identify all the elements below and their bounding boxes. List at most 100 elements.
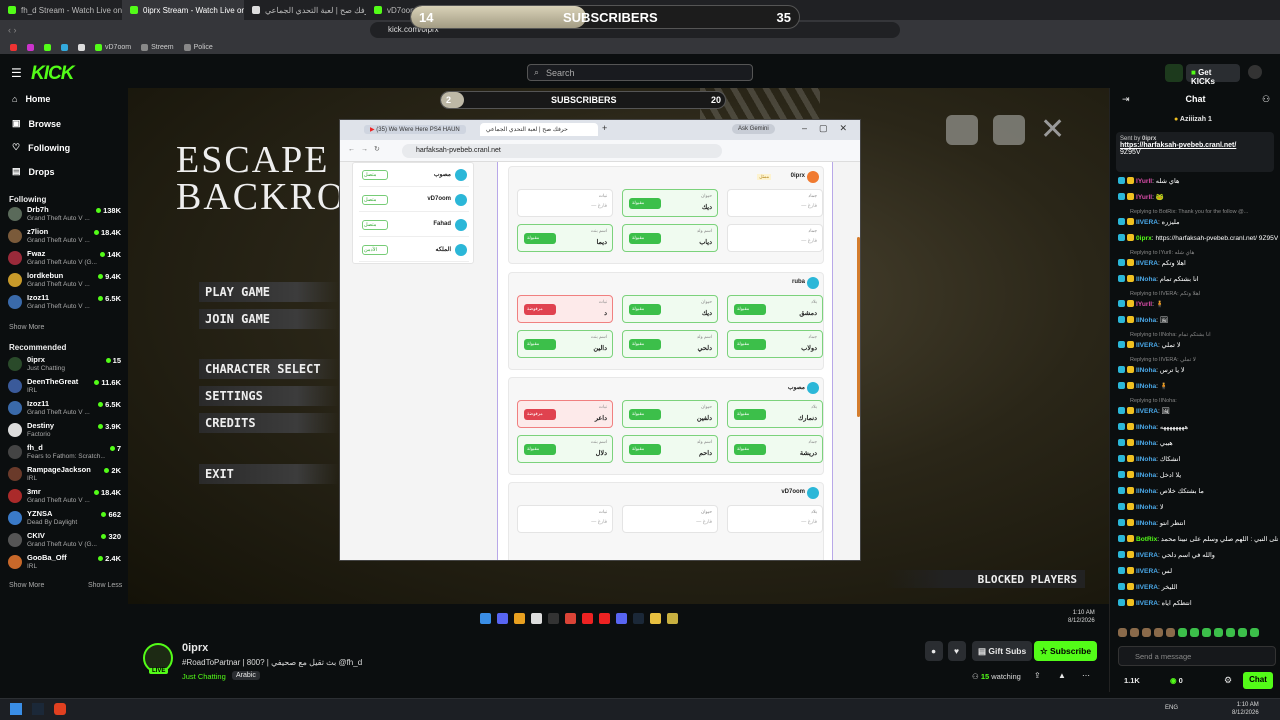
- share-icon[interactable]: ⇪: [1034, 671, 1041, 680]
- avatar[interactable]: [1248, 65, 1262, 79]
- sidebar-channel[interactable]: Drb7h Grand Theft Auto V ... 138K: [8, 204, 122, 226]
- wallet-icon[interactable]: [1165, 64, 1183, 82]
- more-icon[interactable]: ⋯: [1082, 671, 1090, 680]
- language-indicator[interactable]: ENG: [1165, 705, 1178, 711]
- bookmark-icon[interactable]: [27, 43, 34, 51]
- chat-username[interactable]: IIVERA: [1136, 219, 1158, 226]
- emote-icon[interactable]: [1238, 628, 1247, 637]
- language-tag[interactable]: Arabic: [232, 671, 260, 680]
- nav-home[interactable]: ⌂ Home: [12, 94, 50, 104]
- sidebar-channel[interactable]: z7lion Grand Theft Auto V ... 18.4K: [8, 226, 122, 248]
- sidebar-channel[interactable]: lordkebun Grand Theft Auto V ... 9.4K: [8, 270, 122, 292]
- emote-icon[interactable]: [1166, 628, 1175, 637]
- steam-icon[interactable]: [32, 703, 44, 715]
- points-balance[interactable]: ◉ 0: [1170, 676, 1183, 685]
- bell-icon[interactable]: ●: [925, 641, 943, 661]
- browser-tab-active[interactable]: 0iprx Stream - Watch Live on Kick: [122, 0, 244, 20]
- chat-username[interactable]: IINoha: [1136, 367, 1156, 374]
- emote-icon[interactable]: [1202, 628, 1211, 637]
- sidebar-channel[interactable]: Fwaz Grand Theft Auto V (G... 14K: [8, 248, 122, 270]
- channel-name[interactable]: 0iprx: [182, 642, 208, 654]
- get-kicks-button[interactable]: ■ Get KICKs: [1186, 64, 1240, 86]
- settings-gear-icon[interactable]: ⚙: [1224, 675, 1232, 686]
- nav-following[interactable]: ♡ Following: [12, 142, 70, 153]
- show-less-link[interactable]: Show Less: [88, 582, 122, 589]
- chat-username[interactable]: IINoha: [1136, 317, 1156, 324]
- browser-tab[interactable]: حرفك صح | لعبة التحدي الجماعي: [244, 0, 366, 20]
- sidebar-channel[interactable]: Destiny Factorio 3.9K: [8, 420, 122, 442]
- bookmark-icon[interactable]: [78, 43, 85, 51]
- chat-username[interactable]: IIVERA: [1136, 260, 1158, 267]
- emote-icon[interactable]: [1178, 628, 1187, 637]
- bookmark-item[interactable]: Streem: [141, 43, 174, 51]
- emote-icon[interactable]: [1154, 628, 1163, 637]
- emote-icon[interactable]: [1142, 628, 1151, 637]
- chat-username[interactable]: IYurlI: [1136, 178, 1152, 185]
- chat-username[interactable]: IINoha: [1136, 472, 1156, 479]
- bookmark-item[interactable]: vD7oom: [95, 43, 131, 51]
- nav-browse[interactable]: ▣ Browse: [12, 118, 61, 129]
- sidebar-channel[interactable]: YZNSA Dead By Daylight 662: [8, 508, 122, 530]
- chat-username[interactable]: IYurlI: [1136, 194, 1152, 201]
- chat-username[interactable]: IIVERA: [1136, 408, 1158, 415]
- sidebar-channel[interactable]: RampageJackson IRL 2K: [8, 464, 122, 486]
- chat-username[interactable]: IINoha: [1136, 383, 1156, 390]
- brave-icon[interactable]: [54, 703, 66, 715]
- show-more-link[interactable]: Show More: [9, 582, 44, 589]
- nav-drops[interactable]: ▤ Drops: [12, 166, 55, 177]
- chat-username[interactable]: IINoha: [1136, 424, 1156, 431]
- show-more-link[interactable]: Show More: [9, 324, 44, 331]
- kicks-balance[interactable]: 1.1K: [1124, 676, 1140, 685]
- chat-username[interactable]: IYurlI: [1136, 301, 1152, 308]
- chat-username[interactable]: IINoha: [1136, 520, 1156, 527]
- emote-icon[interactable]: [1214, 628, 1223, 637]
- chat-username[interactable]: IINoha: [1136, 456, 1156, 463]
- emote-icon[interactable]: [1118, 628, 1127, 637]
- emote-icon[interactable]: [1250, 628, 1259, 637]
- chat-username[interactable]: BotRix: [1136, 536, 1157, 543]
- emote-icon[interactable]: [1190, 628, 1199, 637]
- kick-logo[interactable]: KICK: [31, 63, 74, 85]
- subscribe-button[interactable]: ☆ Subscribe: [1034, 641, 1098, 661]
- bookmark-icon[interactable]: [10, 43, 17, 51]
- chat-username[interactable]: IIVERA: [1136, 584, 1158, 591]
- chat-username[interactable]: IINoha: [1136, 504, 1156, 511]
- browser-tab[interactable]: fh_d Stream - Watch Live on Kick: [0, 0, 122, 20]
- chat-username[interactable]: IIVERA: [1136, 552, 1158, 559]
- system-clock[interactable]: 1:10 AM 8/12/2026: [1232, 701, 1259, 717]
- chat-input[interactable]: Send a message: [1118, 646, 1276, 666]
- chat-username[interactable]: IINoha: [1136, 440, 1156, 447]
- heart-icon[interactable]: ♥: [948, 641, 966, 661]
- sidebar-channel[interactable]: 3mr Grand Theft Auto V ... 18.4K: [8, 486, 122, 508]
- chat-username[interactable]: IINoha: [1136, 276, 1156, 283]
- report-icon[interactable]: ▲: [1058, 671, 1066, 680]
- pinned-message[interactable]: Sent by 0iprx https://harfaksah-pvebeb.c…: [1116, 132, 1274, 172]
- sidebar-channel[interactable]: Izoz11 Grand Theft Auto V ... 6.5K: [8, 398, 122, 420]
- chat-username[interactable]: IIVERA: [1136, 600, 1158, 607]
- menu-icon[interactable]: ☰: [11, 66, 22, 80]
- chat-username[interactable]: IIVERA: [1136, 342, 1158, 349]
- sidebar-channel[interactable]: DeenTheGreat IRL 11.6K: [8, 376, 122, 398]
- emote-icon[interactable]: [1130, 628, 1139, 637]
- sidebar-channel[interactable]: Izoz11 Grand Theft Auto V ... 6.5K: [8, 292, 122, 314]
- windows-start-icon[interactable]: [10, 703, 22, 715]
- sidebar-channel[interactable]: 0iprx Just Chatting 15: [8, 354, 122, 376]
- gift-subs-button[interactable]: ▤ Gift Subs: [972, 641, 1033, 661]
- search-input[interactable]: ⌕ Search: [527, 64, 753, 81]
- back-icon[interactable]: ‹ ›: [8, 25, 17, 35]
- emote-icon[interactable]: [1226, 628, 1235, 637]
- chat-send-button[interactable]: Chat: [1243, 672, 1273, 689]
- chat-username[interactable]: 0iprx: [1136, 235, 1152, 242]
- player-avatar-icon: [455, 194, 467, 206]
- sidebar-channel[interactable]: fh_d Fears to Fathom: Scratch... 7: [8, 442, 122, 464]
- pinned-link[interactable]: https://harfaksah-pvebeb.cranl.net/: [1120, 142, 1270, 149]
- sidebar-channel[interactable]: CKIV Grand Theft Auto V (G... 320: [8, 530, 122, 552]
- bookmark-icon[interactable]: [61, 43, 68, 51]
- bookmark-item[interactable]: Police: [183, 43, 213, 51]
- stream-category[interactable]: Just Chatting: [182, 672, 226, 681]
- sidebar-channel[interactable]: GooBa_Off IRL 2.4K: [8, 552, 122, 574]
- chat-users-icon[interactable]: ⚇: [1262, 94, 1270, 105]
- chat-username[interactable]: IIVERA: [1136, 568, 1158, 575]
- chat-username[interactable]: IINoha: [1136, 488, 1156, 495]
- bookmark-icon[interactable]: [44, 43, 51, 51]
